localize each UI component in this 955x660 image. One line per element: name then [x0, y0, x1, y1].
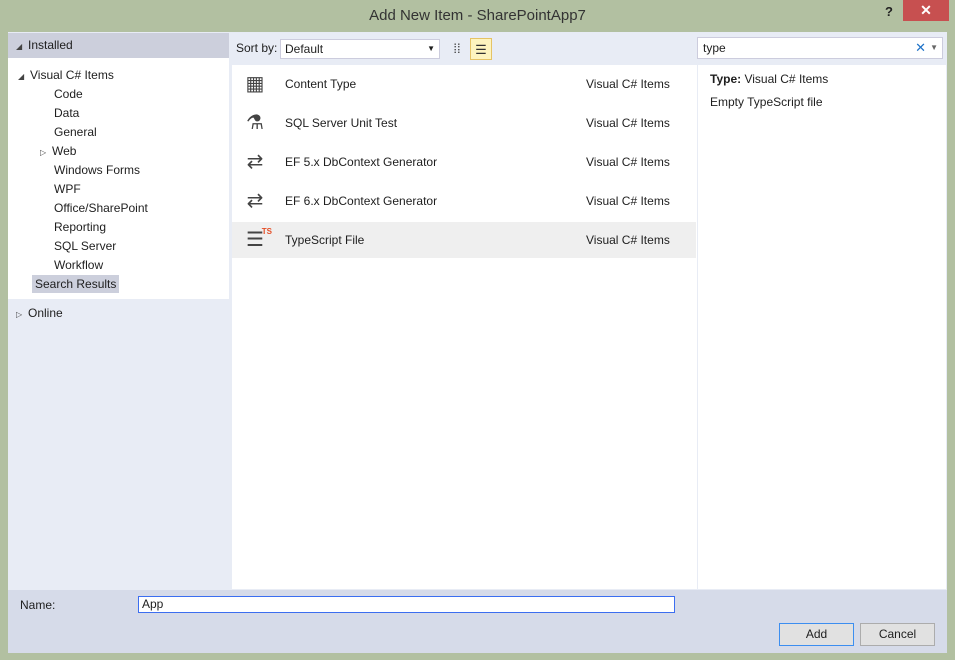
tree-item-web[interactable]: ▷ Web	[40, 142, 76, 160]
item-name: EF 5.x DbContext Generator	[285, 155, 438, 169]
list-item[interactable]: ⇄ EF 5.x DbContext Generator Visual C# Ite…	[232, 144, 696, 180]
add-button[interactable]: Add	[779, 623, 854, 646]
tree-item-workflow[interactable]: Workflow	[54, 256, 103, 274]
template-tree: ◢ Visual C# Items Code Data General ▷ Web …	[8, 58, 229, 299]
tree-item-visual-csharp[interactable]: ◢ Visual C# Items	[18, 66, 114, 84]
name-label: Name:	[20, 598, 56, 612]
item-name: EF 6.x DbContext Generator	[285, 194, 438, 208]
tree-item-windows-forms[interactable]: Windows Forms	[54, 161, 140, 179]
window-title: Add New Item - SharePointApp7	[369, 7, 586, 24]
description: Empty TypeScript file	[710, 95, 823, 109]
expanded-icon: ◢	[18, 72, 25, 81]
tree-item-office-sharepoint[interactable]: Office/SharePoint	[54, 199, 148, 217]
tree-item-sql-server[interactable]: SQL Server	[54, 237, 116, 255]
tree-item-search-results[interactable]: Search Results	[32, 275, 120, 293]
search-value: type	[703, 41, 726, 55]
chevron-down-icon[interactable]: ▼	[930, 38, 938, 58]
list-item[interactable]: ▦ Content Type Visual C# Items	[232, 66, 696, 102]
content-type-icon: ▦	[245, 73, 265, 95]
help-button[interactable]: ?	[880, 2, 898, 22]
item-name: TypeScript File	[285, 233, 365, 247]
template-list: ▦ Content Type Visual C# Items ⚗ SQL Server…	[232, 65, 697, 589]
close-button[interactable]: ✕	[903, 0, 949, 21]
tree-item-wpf[interactable]: WPF	[54, 180, 81, 198]
tree-item-online[interactable]: ▷ Online	[8, 304, 63, 324]
installed-label: Installed	[28, 38, 73, 52]
tree-item-data[interactable]: Data	[54, 104, 79, 122]
sort-value: Default	[285, 42, 324, 56]
ef-generator-icon: ⇄	[246, 151, 264, 173]
list-item-selected[interactable]: ☰ TS TypeScript File Visual C# Items	[232, 222, 696, 258]
cancel-button[interactable]: Cancel	[860, 623, 935, 646]
collapsed-icon[interactable]: ▷	[16, 306, 28, 324]
item-name: Content Type	[285, 77, 357, 91]
ef-generator-icon: ⇄	[246, 190, 264, 212]
small-icons-view-button[interactable]: ⁞⁞	[446, 38, 468, 60]
collapsed-icon[interactable]: ▷	[40, 144, 52, 162]
clear-search-icon[interactable]: ✕	[915, 38, 926, 58]
type-value: Visual C# Items	[744, 72, 829, 86]
name-input[interactable]: App	[138, 596, 675, 613]
tree-label: Online	[28, 306, 63, 320]
item-category: Visual C# Items	[586, 155, 670, 169]
sort-by-dropdown[interactable]: Default ▼	[280, 39, 440, 59]
sql-test-icon: ⚗	[246, 112, 264, 134]
tree-item-general[interactable]: General	[54, 123, 97, 141]
sort-by-label: Sort by:	[236, 41, 278, 55]
type-label: Type:	[710, 72, 742, 86]
tree-item-installed[interactable]: ◢ Installed	[8, 33, 229, 58]
item-category: Visual C# Items	[586, 77, 670, 91]
tree-item-code[interactable]: Code	[54, 85, 83, 103]
tree-label: Web	[52, 144, 77, 158]
item-category: Visual C# Items	[586, 116, 670, 130]
tree-label: Visual C# Items	[30, 68, 114, 82]
search-input[interactable]: type ✕ ▼	[697, 37, 943, 59]
item-category: Visual C# Items	[586, 233, 670, 247]
chevron-down-icon: ▼	[427, 44, 435, 53]
tree-item-reporting[interactable]: Reporting	[54, 218, 106, 236]
list-item[interactable]: ⚗ SQL Server Unit Test Visual C# Items	[232, 105, 696, 141]
list-view-button[interactable]: ☰	[470, 38, 492, 60]
details-pane: Type: Visual C# Items Empty TypeScript f…	[698, 65, 946, 589]
list-item[interactable]: ⇄ EF 6.x DbContext Generator Visual C# Ite…	[232, 183, 696, 219]
expanded-icon: ◢	[16, 42, 23, 51]
item-category: Visual C# Items	[586, 194, 670, 208]
item-name: SQL Server Unit Test	[285, 116, 398, 130]
typescript-file-icon: ☰ TS	[246, 227, 272, 251]
